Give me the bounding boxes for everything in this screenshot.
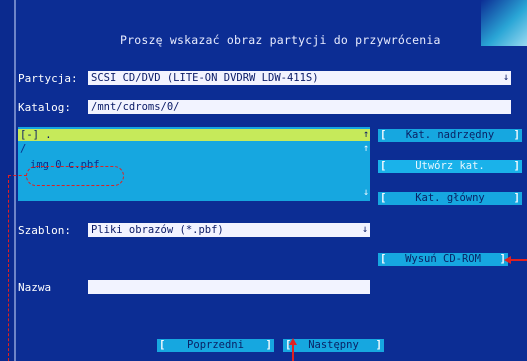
previous-label: Poprzedni bbox=[187, 339, 244, 351]
template-label: Szablon: bbox=[18, 224, 71, 237]
next-label: Następny bbox=[308, 339, 359, 351]
scroll-up-icon[interactable]: ↑ bbox=[363, 143, 369, 155]
partition-label: Partycja: bbox=[18, 72, 78, 85]
scroll-up-icon[interactable]: ↑ bbox=[363, 129, 369, 141]
annotation-line bbox=[8, 175, 9, 361]
main-dir-label: Kat. główny bbox=[415, 192, 485, 204]
catalog-label: Katalog: bbox=[18, 101, 71, 114]
bracket-right: ] bbox=[513, 160, 520, 172]
name-label: Nazwa bbox=[18, 281, 52, 294]
file-list[interactable]: [-] . ↑ / ↑ img 0 c.pbf ↓ bbox=[18, 127, 370, 201]
template-select[interactable]: Pliki obrazów (*.pbf) ↓ bbox=[88, 223, 370, 237]
previous-button[interactable]: [ Poprzedni ] bbox=[157, 339, 274, 352]
bracket-right: ] bbox=[513, 192, 520, 204]
list-item-label: / bbox=[20, 143, 27, 155]
list-item[interactable]: / ↑ bbox=[18, 143, 370, 155]
template-value: Pliki obrazów (*.pbf) bbox=[91, 224, 224, 236]
partition-value: SCSI CD/DVD (LITE-ON DVDRW LDW-411S) bbox=[91, 72, 319, 84]
parent-dir-label: Kat. nadrzędny bbox=[405, 129, 495, 141]
eject-cdrom-button[interactable]: [ Wysuń CD-ROM ] bbox=[378, 253, 508, 266]
parent-dir-button[interactable]: [ Kat. nadrzędny ] bbox=[378, 129, 522, 142]
bracket-right: ] bbox=[375, 339, 382, 351]
bracket-right: ] bbox=[513, 129, 520, 141]
list-item-label: [-] . bbox=[20, 129, 52, 141]
annotation-arrow-icon bbox=[504, 256, 527, 264]
annotation-arrow-icon bbox=[289, 338, 297, 361]
scroll-down-icon[interactable]: ↓ bbox=[363, 187, 369, 198]
corner-decoration bbox=[481, 0, 527, 46]
chevron-down-icon[interactable]: ↓ bbox=[503, 71, 509, 85]
catalog-input[interactable]: /mnt/cdroms/0/ bbox=[88, 100, 511, 114]
annotation-oval bbox=[26, 166, 124, 186]
create-dir-label: Utwórz kat. bbox=[415, 160, 485, 172]
dialog-title: Proszę wskazać obraz partycji do przywró… bbox=[120, 33, 441, 47]
bracket-right: ] bbox=[265, 339, 272, 351]
next-button[interactable]: [ Następny ] bbox=[283, 339, 384, 352]
name-input[interactable] bbox=[88, 280, 370, 294]
main-dir-button[interactable]: [ Kat. główny ] bbox=[378, 192, 522, 205]
annotation-line bbox=[8, 175, 27, 176]
create-dir-button[interactable]: [ Utwórz kat. ] bbox=[378, 160, 522, 173]
list-item[interactable]: [-] . ↑ bbox=[18, 129, 370, 141]
partition-select[interactable]: SCSI CD/DVD (LITE-ON DVDRW LDW-411S) ↓ bbox=[88, 71, 511, 85]
eject-cdrom-label: Wysuń CD-ROM bbox=[405, 253, 481, 265]
chevron-down-icon[interactable]: ↓ bbox=[362, 223, 368, 237]
